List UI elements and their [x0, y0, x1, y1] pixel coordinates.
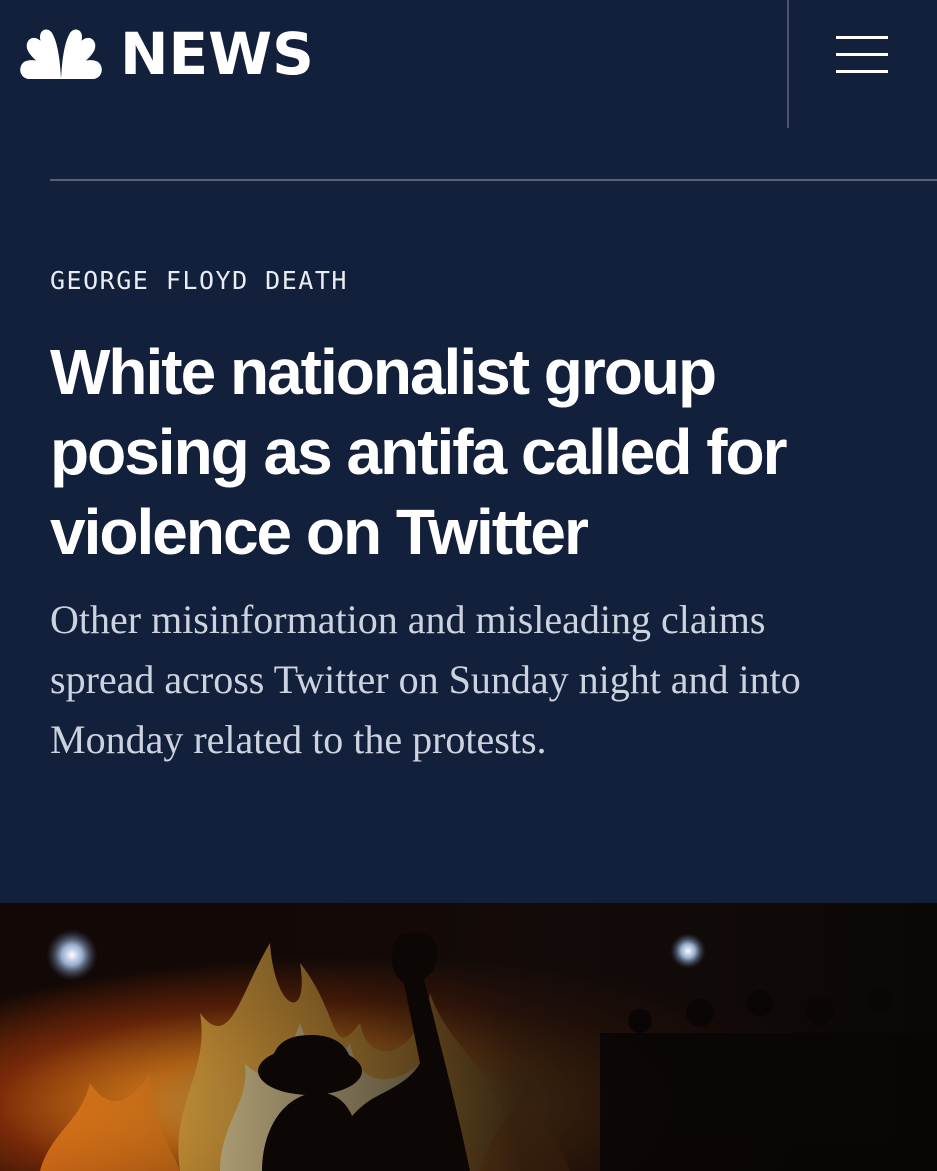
menu-bar-middle	[836, 53, 888, 56]
menu-bar-top	[836, 36, 888, 39]
site-header: NEWS	[0, 0, 937, 130]
article-page: NEWS GEORGE FLOYD DEATH White nationalis…	[0, 0, 937, 1171]
article-headline: White nationalist group posing as antifa…	[50, 336, 788, 568]
nbc-peacock-icon	[20, 29, 102, 79]
protest-fire-photo	[0, 903, 937, 1171]
news-wordmark: NEWS	[120, 20, 314, 88]
section-label-link[interactable]: GEORGE FLOYD DEATH	[50, 266, 348, 295]
hamburger-menu-icon[interactable]	[836, 34, 890, 76]
hero-image[interactable]	[0, 903, 937, 1171]
header-rule	[50, 179, 937, 181]
article-dek: Other misinformation and misleading clai…	[50, 597, 801, 762]
menu-bar-bottom	[836, 70, 888, 73]
nbc-news-logo-link[interactable]: NEWS	[18, 22, 314, 86]
header-divider	[787, 0, 789, 128]
